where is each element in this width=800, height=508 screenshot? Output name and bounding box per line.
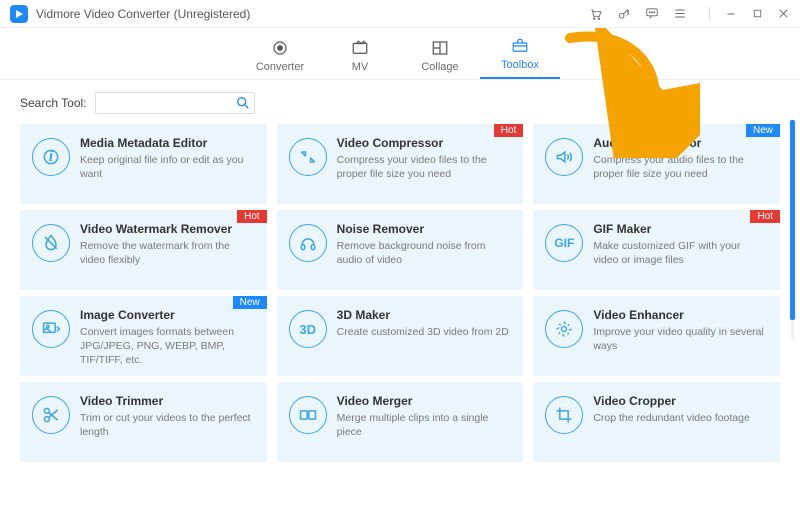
card-body: Audio Compressor Compress your audio file…: [593, 136, 768, 194]
maximize-icon[interactable]: [750, 7, 764, 21]
tool-card-media-metadata-editor[interactable]: i Media Metadata Editor Keep original file…: [20, 124, 267, 204]
separator: [709, 7, 710, 21]
mv-icon: [349, 39, 371, 57]
tab-label: Toolbox: [501, 59, 539, 71]
badge-hot: Hot: [237, 210, 267, 223]
tool-card-video-cropper[interactable]: Video Cropper Crop the redundant video fo…: [533, 382, 780, 462]
tab-label: MV: [352, 61, 369, 73]
header-actions: [589, 7, 710, 21]
search-row: Search Tool:: [0, 80, 800, 124]
compress-icon: [289, 138, 327, 176]
nowater-icon: [32, 224, 70, 262]
card-title: Audio Compressor: [593, 136, 768, 150]
search-label: Search Tool:: [20, 96, 87, 110]
collage-icon: [429, 39, 451, 57]
card-title: Video Enhancer: [593, 308, 768, 322]
badge-new: New: [233, 296, 267, 309]
key-icon[interactable]: [617, 7, 631, 21]
card-desc: Remove background noise from audio of vi…: [337, 239, 512, 267]
card-body: Noise Remover Remove background noise fro…: [337, 222, 512, 280]
card-body: Video Cropper Crop the redundant video fo…: [593, 394, 768, 452]
tool-grid: i Media Metadata Editor Keep original file…: [20, 124, 780, 462]
card-title: 3D Maker: [337, 308, 512, 322]
scroll-thumb[interactable]: [790, 120, 795, 320]
menu-icon[interactable]: [673, 7, 687, 21]
card-desc: Improve your video quality in several wa…: [593, 325, 768, 353]
tool-grid-wrap: i Media Metadata Editor Keep original file…: [0, 124, 800, 462]
search-input[interactable]: [95, 92, 255, 114]
gif-icon: GIF: [545, 224, 583, 262]
card-title: Video Compressor: [337, 136, 512, 150]
tool-card-video-compressor[interactable]: Video Compressor Compress your video file…: [277, 124, 524, 204]
tab-toolbox[interactable]: Toolbox: [480, 37, 560, 79]
cart-icon[interactable]: [589, 7, 603, 21]
badge-hot: Hot: [494, 124, 524, 137]
card-desc: Create customized 3D video from 2D: [337, 325, 512, 339]
tool-card-video-enhancer[interactable]: Video Enhancer Improve your video quality…: [533, 296, 780, 376]
badge-hot: Hot: [750, 210, 780, 223]
card-desc: Convert images formats between JPG/JPEG,…: [80, 325, 255, 368]
card-title: Video Cropper: [593, 394, 768, 408]
enhance-icon: [545, 310, 583, 348]
merge-icon: [289, 396, 327, 434]
card-body: 3D Maker Create customized 3D video from …: [337, 308, 512, 366]
card-desc: Merge multiple clips into a single piece: [337, 411, 512, 439]
tool-card-3d-maker[interactable]: 3D 3D Maker Create customized 3D video fro…: [277, 296, 524, 376]
card-desc: Make customized GIF with your video or i…: [593, 239, 768, 267]
card-body: Video Watermark Remover Remove the waterm…: [80, 222, 255, 280]
card-title: Video Merger: [337, 394, 512, 408]
close-icon[interactable]: [776, 7, 790, 21]
card-title: Video Trimmer: [80, 394, 255, 408]
card-title: Video Watermark Remover: [80, 222, 255, 236]
toolbox-icon: [509, 37, 531, 55]
tab-converter[interactable]: Converter: [240, 39, 320, 79]
feedback-icon[interactable]: [645, 7, 659, 21]
tool-card-video-watermark-remover[interactable]: Video Watermark Remover Remove the waterm…: [20, 210, 267, 290]
card-body: Video Trimmer Trim or cut your videos to …: [80, 394, 255, 452]
card-desc: Remove the watermark from the video flex…: [80, 239, 255, 267]
card-desc: Trim or cut your videos to the perfect l…: [80, 411, 255, 439]
search-box: [95, 92, 255, 114]
window-controls: [724, 7, 790, 21]
minimize-icon[interactable]: [724, 7, 738, 21]
tool-card-video-merger[interactable]: Video Merger Merge multiple clips into a …: [277, 382, 524, 462]
card-desc: Compress your audio files to the proper …: [593, 153, 768, 181]
search-icon[interactable]: [235, 95, 251, 111]
tool-card-gif-maker[interactable]: GIF GIF Maker Make customized GIF with you…: [533, 210, 780, 290]
tab-label: Collage: [421, 61, 458, 73]
card-title: Noise Remover: [337, 222, 512, 236]
info-icon: i: [32, 138, 70, 176]
crop-icon: [545, 396, 583, 434]
imgconv-icon: [32, 310, 70, 348]
card-desc: Keep original file info or edit as you w…: [80, 153, 255, 181]
badge-new: New: [746, 124, 780, 137]
card-body: Video Compressor Compress your video file…: [337, 136, 512, 194]
card-body: Video Merger Merge multiple clips into a …: [337, 394, 512, 452]
converter-icon: [269, 39, 291, 57]
card-title: Media Metadata Editor: [80, 136, 255, 150]
card-body: Media Metadata Editor Keep original file …: [80, 136, 255, 194]
card-desc: Crop the redundant video footage: [593, 411, 768, 425]
tool-card-noise-remover[interactable]: Noise Remover Remove background noise fro…: [277, 210, 524, 290]
tab-mv[interactable]: MV: [320, 39, 400, 79]
card-desc: Compress your video files to the proper …: [337, 153, 512, 181]
card-body: GIF Maker Make customized GIF with your v…: [593, 222, 768, 280]
card-title: GIF Maker: [593, 222, 768, 236]
tool-card-audio-compressor[interactable]: Audio Compressor Compress your audio file…: [533, 124, 780, 204]
tab-collage[interactable]: Collage: [400, 39, 480, 79]
tab-label: Converter: [256, 61, 304, 73]
3d-icon: 3D: [289, 310, 327, 348]
tool-card-video-trimmer[interactable]: Video Trimmer Trim or cut your videos to …: [20, 382, 267, 462]
app-logo: [10, 5, 28, 23]
card-body: Video Enhancer Improve your video quality…: [593, 308, 768, 366]
card-title: Image Converter: [80, 308, 255, 322]
trim-icon: [32, 396, 70, 434]
app-title: Vidmore Video Converter (Unregistered): [36, 7, 250, 21]
tool-card-image-converter[interactable]: Image Converter Convert images formats be…: [20, 296, 267, 376]
title-bar: Vidmore Video Converter (Unregistered): [0, 0, 800, 28]
audiocomp-icon: [545, 138, 583, 176]
tab-bar: Converter MV Collage Toolbox: [0, 28, 800, 80]
noise-icon: [289, 224, 327, 262]
card-body: Image Converter Convert images formats be…: [80, 308, 255, 366]
